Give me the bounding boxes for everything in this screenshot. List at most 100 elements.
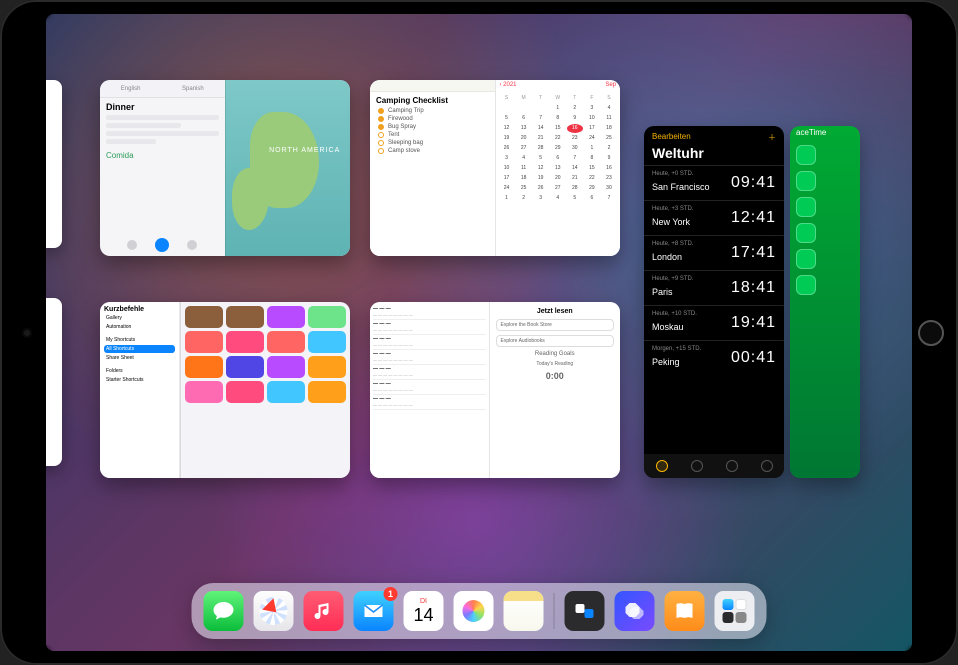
dock-books[interactable]: [665, 591, 705, 631]
books-goals-label: Today's Reading: [496, 361, 615, 367]
card-clock[interactable]: Uhr Bearbeiten ＋ Weltuhr Heute, +0 STD.S…: [644, 126, 784, 478]
shortcut-tile: [185, 306, 223, 328]
target-word: Comida: [100, 147, 225, 164]
dock-notes[interactable]: [504, 591, 544, 631]
offscreen-card[interactable]: [46, 298, 62, 466]
dock-translate[interactable]: [565, 591, 605, 631]
note-item: Camp stove: [370, 147, 495, 155]
shortcut-tile: [308, 381, 346, 403]
facetime-newcall: aceTime: [790, 126, 860, 139]
clock-tabs: [644, 454, 784, 478]
map-region-label: NORTH AMERICA: [269, 147, 340, 154]
shortcut-tile: [308, 356, 346, 378]
front-camera: [24, 330, 30, 336]
tab-timer-icon: [761, 460, 773, 472]
shortcut-tile: [308, 306, 346, 328]
sidebar-item: Starter Shortcuts: [104, 376, 175, 384]
translate-pane: English Spanish Dinner Comida: [100, 80, 225, 256]
cal-month: Sep: [605, 82, 616, 90]
facetime-tile: [796, 223, 816, 243]
app-switcher[interactable]: Übersetzen Karten English Spanish Dinner: [54, 52, 904, 551]
dock-calendar[interactable]: Di 14: [404, 591, 444, 631]
screen-bezel: Übersetzen Karten English Spanish Dinner: [46, 14, 912, 651]
dock-music[interactable]: [304, 591, 344, 631]
card-notes-calendar[interactable]: Notizen Camping Ch… Kalender September 2…: [370, 80, 620, 256]
books-heading: Jetzt lesen: [496, 308, 615, 315]
dock-divider: [554, 593, 555, 629]
books-goals-title: Reading Goals: [496, 351, 615, 357]
sidebar-item: Share Sheet: [104, 354, 175, 362]
shortcut-tile: [267, 331, 305, 353]
note-item: Firewood: [370, 115, 495, 123]
mail-row: — — —— — — — — — — —: [373, 320, 486, 335]
shortcut-tile: [226, 331, 264, 353]
mail-row: — — —— — — — — — — —: [373, 380, 486, 395]
books-pill: Explore Audiobooks: [496, 335, 615, 347]
ipad-frame: Übersetzen Karten English Spanish Dinner: [0, 0, 958, 665]
world-clock-row: Morgen, +15 STD.Peking00:41: [644, 340, 784, 375]
shortcut-tile: [185, 331, 223, 353]
sidebar-item: [104, 332, 175, 335]
mail-badge: 1: [384, 587, 398, 601]
dock-shortcuts[interactable]: [615, 591, 655, 631]
card-mail-books[interactable]: Mail ▣ Eingang Bücher — — —— — — — — — —…: [370, 302, 620, 478]
calendar-pane: ‹ 2021Sep SMTWTFS12345678910111213141516…: [495, 80, 621, 256]
world-clock-row: Heute, +10 STD.Moskau19:41: [644, 305, 784, 340]
clock-title: Weltuhr: [644, 145, 784, 165]
maps-pane: NORTH AMERICA: [225, 80, 351, 256]
sidebar-title: Kurzbefehle: [104, 306, 144, 313]
world-clock-row: Heute, +3 STD.New York12:41: [644, 200, 784, 235]
sidebar-item: Folders: [104, 367, 175, 375]
shortcut-tile: [226, 306, 264, 328]
sidebar-item: [104, 363, 175, 366]
note-item: Camping Trip: [370, 107, 495, 115]
dock-mail[interactable]: 1: [354, 591, 394, 631]
mail-row: — — —— — — — — — — —: [373, 335, 486, 350]
dock-messages[interactable]: [204, 591, 244, 631]
mic-icon: [155, 238, 169, 252]
sidebar-item: My Shortcuts: [104, 336, 175, 344]
books-pane: Jetzt lesen Explore the Book Store Explo…: [489, 302, 621, 478]
plus-icon: ＋: [768, 132, 776, 143]
shortcut-tile: [226, 356, 264, 378]
mail-row: — — —— — — — — — — —: [373, 305, 486, 320]
world-clock-row: Heute, +9 STD.Paris18:41: [644, 270, 784, 305]
sidebar-item: Automation: [104, 323, 175, 331]
dock-app-library[interactable]: [715, 591, 755, 631]
sidebar-item: All Shortcuts: [104, 345, 175, 353]
note-item: Bug Spray: [370, 123, 495, 131]
facetime-tile: [796, 197, 816, 217]
clock-edit: Bearbeiten: [652, 132, 691, 143]
card-facetime[interactable]: FaceTime aceTime: [790, 126, 860, 478]
dock-safari[interactable]: [254, 591, 294, 631]
note-item: Tent: [370, 131, 495, 139]
dock-photos[interactable]: [454, 591, 494, 631]
card-translate-maps[interactable]: Übersetzen Karten English Spanish Dinner: [100, 80, 350, 256]
books-goals-time: 0:00: [496, 371, 615, 381]
calendar-day: 14: [413, 606, 433, 624]
shortcuts-sidebar: Kurzbefehle GalleryAutomation My Shortcut…: [100, 302, 180, 478]
dock: 1 Di 14: [192, 583, 767, 639]
mail-row: — — —— — — — — — — —: [373, 365, 486, 380]
mail-row: — — —— — — — — — — —: [373, 350, 486, 365]
card-shortcuts[interactable]: Kurzbefehle Kurzbefehle GalleryAutomatio…: [100, 302, 350, 478]
shortcut-tile: [226, 381, 264, 403]
world-clock-row: Heute, +0 STD.San Francisco09:41: [644, 165, 784, 200]
shortcuts-grid: [180, 302, 350, 478]
facetime-tile: [796, 145, 816, 165]
offscreen-card[interactable]: [46, 80, 62, 248]
books-pill: Explore the Book Store: [496, 319, 615, 331]
facetime-tile: [796, 171, 816, 191]
world-clock-row: Heute, +8 STD.London17:41: [644, 235, 784, 270]
mail-row: — — —— — — — — — — —: [373, 395, 486, 410]
facetime-tile: [796, 249, 816, 269]
home-button[interactable]: [918, 320, 944, 346]
shortcut-tile: [267, 356, 305, 378]
note-item: Sleeping bag: [370, 139, 495, 147]
sidebar-item: Gallery: [104, 314, 175, 322]
shortcut-tile: [267, 381, 305, 403]
facetime-tile: [796, 275, 816, 295]
shortcut-tile: [185, 356, 223, 378]
dst-lang: Spanish: [182, 86, 204, 92]
tab-stopwatch-icon: [726, 460, 738, 472]
